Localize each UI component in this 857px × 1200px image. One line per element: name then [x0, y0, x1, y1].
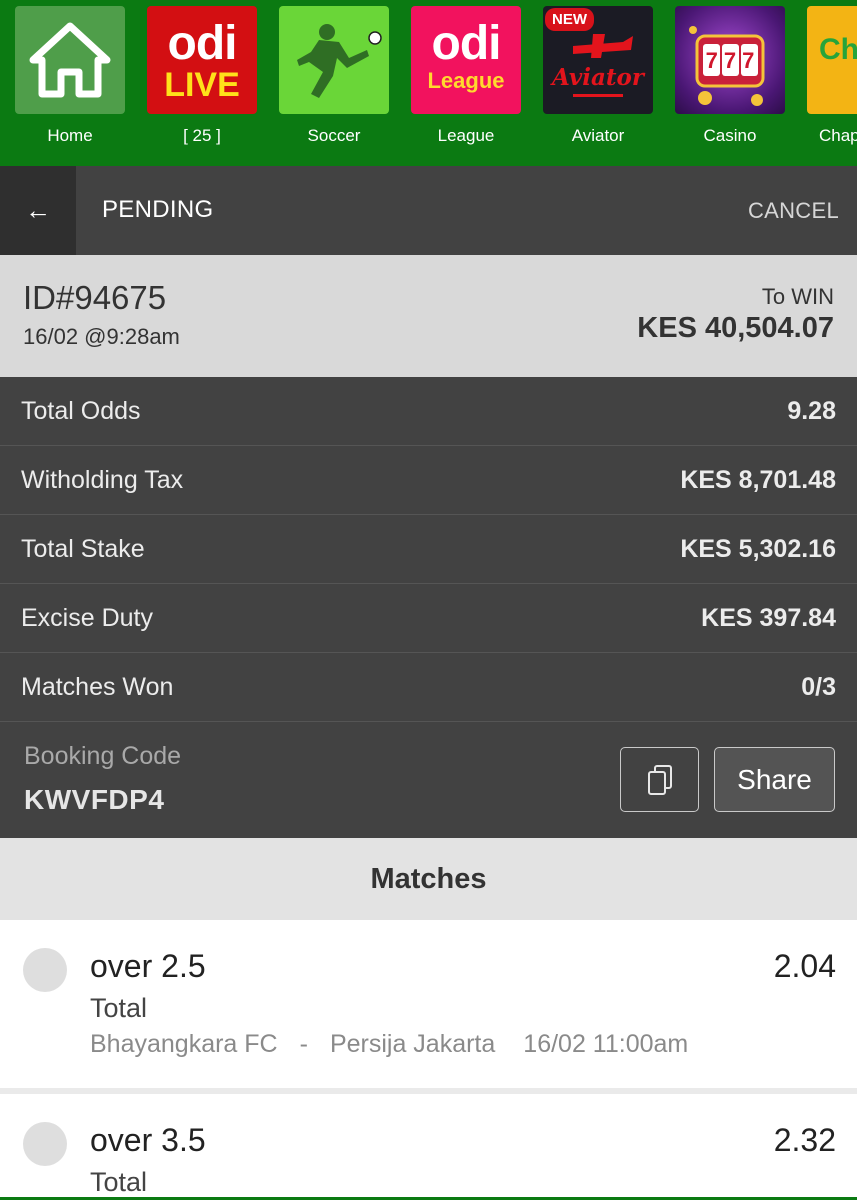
nav-item-casino[interactable]: 777 Casino: [675, 6, 785, 146]
odi-logo-text: odi: [431, 17, 502, 70]
aviator-plane-icon: NEW Aviator: [543, 6, 653, 114]
stat-label: Total Stake: [21, 534, 145, 563]
stat-label: Excise Duty: [21, 603, 153, 632]
booking-code-label: Booking Code: [24, 742, 182, 770]
home-team: Bhayangkara FC: [90, 1030, 278, 1058]
nav-item-odi-live[interactable]: odi LIVE [ 25 ]: [147, 6, 257, 146]
nav-item-label: [ 25 ]: [183, 126, 221, 145]
nav-item-label: Home: [47, 126, 93, 145]
stat-row-total-stake: Total Stake KES 5,302.16: [0, 515, 857, 584]
bet-summary: ID#94675 16/02 @9:28am To WIN KES 40,504…: [0, 255, 857, 377]
nav-item-label: Aviator: [571, 126, 625, 145]
away-team: Persija Jakarta: [329, 1030, 496, 1058]
stat-row-total-odds: Total Odds 9.28: [0, 377, 857, 446]
back-arrow-icon: ←: [25, 195, 51, 225]
match-teams: Bhayangkara FC - Persija Jakarta 16/02 11:0…: [90, 1030, 688, 1059]
stat-value: KES 8,701.48: [680, 465, 836, 494]
back-button[interactable]: ←: [0, 166, 76, 255]
match-odds: 2.04: [773, 948, 836, 984]
stat-value: 0/3: [801, 672, 836, 701]
bet-stats-list: Total Odds 9.28 Witholding Tax KES 8,701…: [0, 377, 857, 722]
games-nav-bar: Home odi LIVE [ 25 ] Soccer odi League L…: [0, 0, 857, 166]
copy-icon: [647, 764, 672, 795]
nav-item-chap[interactable]: Ch Ch Chap: [807, 6, 857, 146]
nav-item-label: Soccer: [307, 126, 361, 145]
matches-heading: Matches: [0, 838, 857, 920]
cancel-button[interactable]: CANCEL: [748, 198, 839, 224]
soccer-player-icon: [279, 6, 389, 114]
booking-code-value: KWVFDP4: [24, 784, 165, 815]
nav-item-league[interactable]: odi League League: [411, 6, 521, 146]
match-odds: 2.32: [773, 1122, 836, 1158]
bet-header: ← PENDING CANCEL: [0, 166, 857, 255]
nav-item-label: Casino: [703, 126, 757, 145]
stat-row-withholding-tax: Witholding Tax KES 8,701.48: [0, 446, 857, 515]
match-status-indicator: [23, 948, 67, 992]
match-pick: over 3.5: [90, 1122, 206, 1158]
live-logo-text: LIVE: [164, 66, 240, 104]
nav-item-label: Chap: [819, 126, 857, 145]
odi-live-icon: odi LIVE: [147, 6, 257, 114]
teams-separator: -: [299, 1030, 308, 1058]
odi-league-icon: odi League: [411, 6, 521, 114]
to-win-label: To WIN: [761, 284, 834, 309]
share-button[interactable]: Share: [714, 747, 835, 812]
kickoff-time: 16/02 11:00am: [523, 1030, 689, 1058]
stat-value: KES 397.84: [701, 603, 836, 632]
league-logo-text: League: [427, 68, 505, 93]
copy-button[interactable]: [620, 747, 699, 812]
nav-item-aviator[interactable]: NEW Aviator Aviator: [543, 6, 653, 146]
match-market: Total: [90, 1167, 148, 1197]
stat-label: Matches Won: [21, 672, 174, 701]
stat-row-excise-duty: Excise Duty KES 397.84: [0, 584, 857, 653]
chap-chap-icon: Ch Ch: [807, 6, 857, 114]
home-icon: [15, 6, 125, 114]
aviator-logo-text: Aviator: [552, 64, 644, 91]
odi-logo-text: odi: [167, 17, 238, 70]
page-title: PENDING: [102, 196, 214, 223]
match-market: Total: [90, 993, 148, 1023]
nav-item-home[interactable]: Home: [15, 6, 125, 146]
stat-label: Total Odds: [21, 396, 141, 425]
chap-logo-text: Ch Ch: [819, 33, 857, 66]
stat-value: KES 5,302.16: [680, 534, 836, 563]
match-item: over 2.5 Total 2.04 Bhayangkara FC - Persi…: [0, 920, 857, 1088]
slot-sevens-text: 777: [705, 48, 761, 73]
nav-item-label: League: [437, 126, 495, 145]
bet-placed-date: 16/02 @9:28am: [23, 324, 180, 349]
stat-row-matches-won: Matches Won 0/3: [0, 653, 857, 722]
stat-value: 9.28: [787, 396, 836, 425]
bet-id: ID#94675: [23, 279, 167, 316]
stat-label: Witholding Tax: [21, 465, 184, 494]
match-item: over 3.5 Total 2.32: [0, 1094, 857, 1200]
match-pick: over 2.5: [90, 948, 206, 984]
slot-machine-icon: 777: [675, 6, 785, 114]
match-status-indicator: [23, 1122, 67, 1166]
nav-item-soccer[interactable]: Soccer: [279, 6, 389, 146]
booking-code-section: Booking Code KWVFDP4 Share: [0, 722, 857, 838]
to-win-amount: KES 40,504.07: [637, 312, 834, 344]
